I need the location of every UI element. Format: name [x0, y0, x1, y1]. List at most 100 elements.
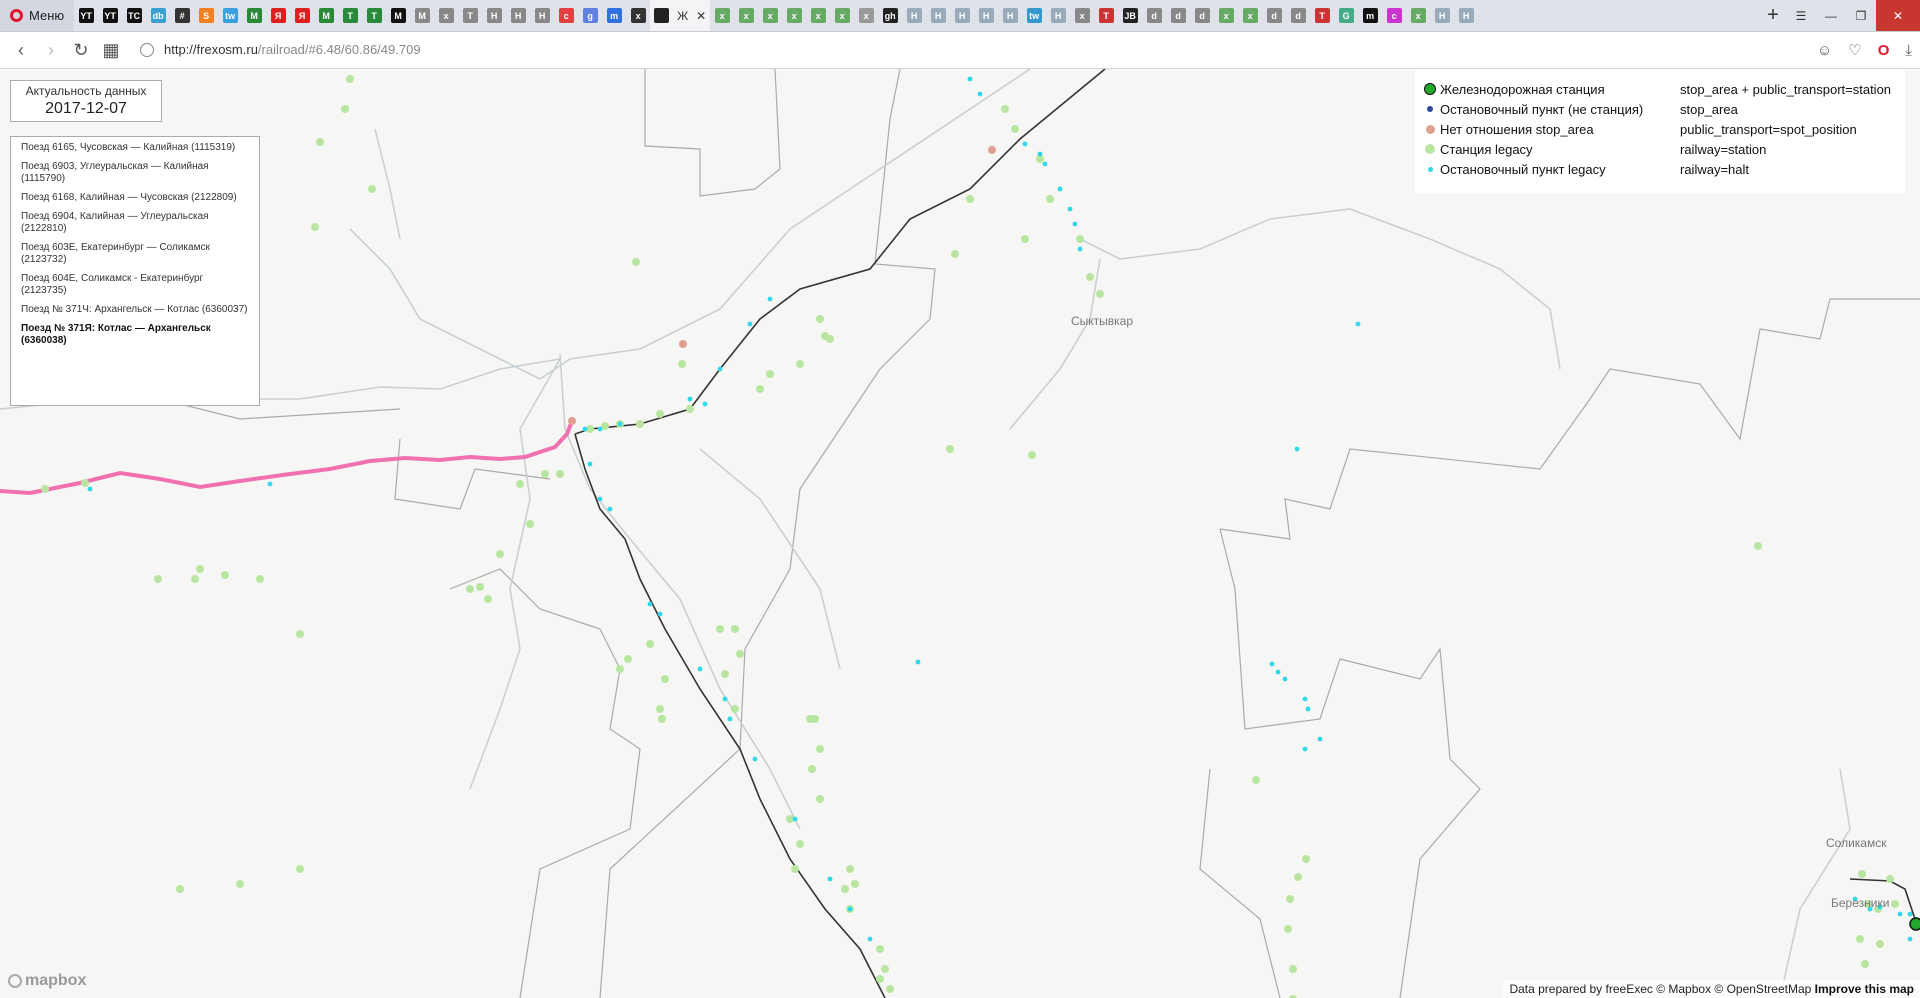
halt-legacy-marker[interactable]	[1355, 321, 1361, 327]
station-legacy-marker[interactable]	[731, 705, 739, 713]
station-legacy-marker[interactable]	[41, 485, 49, 493]
station-legacy-marker[interactable]	[766, 370, 774, 378]
station-legacy-marker[interactable]	[656, 705, 664, 713]
halt-legacy-marker[interactable]	[267, 481, 273, 487]
speed-dial-icon[interactable]: ▦	[96, 40, 126, 61]
opera-menu-button[interactable]: Меню	[0, 0, 75, 31]
station-legacy-marker[interactable]	[851, 880, 859, 888]
station-legacy-marker[interactable]	[816, 745, 824, 753]
browser-tab[interactable]: d	[1166, 0, 1190, 31]
halt-legacy-marker[interactable]	[647, 601, 653, 607]
station-legacy-marker[interactable]	[476, 583, 484, 591]
browser-tab[interactable]: YT	[74, 0, 98, 31]
browser-tab[interactable]: d	[1142, 0, 1166, 31]
tab-close-icon[interactable]: ✕	[696, 9, 706, 23]
station-legacy-marker[interactable]	[661, 675, 669, 683]
halt-legacy-marker[interactable]	[827, 876, 833, 882]
halt-legacy-marker[interactable]	[582, 426, 588, 432]
halt-legacy-marker[interactable]	[867, 936, 873, 942]
route-list-item[interactable]: Поезд 6168, Калийная — Чусовская (212280…	[21, 192, 249, 204]
halt-legacy-marker[interactable]	[1022, 141, 1028, 147]
halt-legacy-marker[interactable]	[1057, 186, 1063, 192]
station-legacy-marker[interactable]	[816, 795, 824, 803]
download-icon[interactable]: ⤓	[1905, 42, 1912, 59]
station-legacy-marker[interactable]	[632, 258, 640, 266]
browser-tab[interactable]: x	[830, 0, 854, 31]
browser-tab[interactable]: H	[482, 0, 506, 31]
reload-button[interactable]: ↻	[66, 40, 96, 61]
url-field[interactable]: http://frexosm.ru/railroad/#6.48/60.86/4…	[140, 37, 1780, 62]
station-legacy-marker[interactable]	[791, 865, 799, 873]
tabs-menu-icon[interactable]: ☰	[1786, 0, 1816, 31]
halt-legacy-marker[interactable]	[597, 496, 603, 502]
halt-legacy-marker[interactable]	[967, 76, 973, 82]
station-legacy-marker[interactable]	[881, 965, 889, 973]
station-legacy-marker[interactable]	[541, 470, 549, 478]
station-legacy-marker[interactable]	[1011, 125, 1019, 133]
station-legacy-marker[interactable]	[616, 665, 624, 673]
station-legacy-marker[interactable]	[236, 880, 244, 888]
station-legacy-marker[interactable]	[1021, 235, 1029, 243]
browser-tab[interactable]: x	[782, 0, 806, 31]
station-legacy-marker[interactable]	[756, 385, 764, 393]
station-legacy-marker[interactable]	[716, 625, 724, 633]
station-legacy-marker[interactable]	[1861, 960, 1869, 968]
station-legacy-marker[interactable]	[496, 550, 504, 558]
halt-legacy-marker[interactable]	[1269, 661, 1275, 667]
improve-map-link[interactable]: Improve this map	[1815, 982, 1914, 996]
browser-tab[interactable]: x	[434, 0, 458, 31]
station-legacy-marker[interactable]	[636, 420, 644, 428]
station-legacy-marker[interactable]	[341, 105, 349, 113]
station-legacy-marker[interactable]	[876, 945, 884, 953]
station-legacy-marker[interactable]	[256, 575, 264, 583]
station-legacy-marker[interactable]	[796, 360, 804, 368]
browser-tab[interactable]: c	[1382, 0, 1406, 31]
close-window-button[interactable]: ✕	[1876, 0, 1920, 31]
halt-legacy-marker[interactable]	[1072, 221, 1078, 227]
halt-legacy-marker[interactable]	[747, 321, 753, 327]
browser-tab[interactable]: T	[1094, 0, 1118, 31]
route-list-item[interactable]: Поезд № 371Ч: Архангельск — Котлас (6360…	[21, 304, 249, 316]
browser-tab[interactable]: H	[902, 0, 926, 31]
station-legacy-marker[interactable]	[658, 715, 666, 723]
halt-legacy-marker[interactable]	[1294, 446, 1300, 452]
halt-legacy-marker[interactable]	[1275, 669, 1281, 675]
browser-tab[interactable]: x	[1214, 0, 1238, 31]
browser-tab[interactable]: gh	[878, 0, 902, 31]
station-legacy-marker[interactable]	[81, 479, 89, 487]
station-legacy-marker[interactable]	[466, 585, 474, 593]
halt-legacy-marker[interactable]	[607, 506, 613, 512]
station-legacy-marker[interactable]	[646, 640, 654, 648]
mapbox-logo[interactable]: mapbox	[8, 972, 86, 990]
halt-legacy-marker[interactable]	[767, 296, 773, 302]
browser-tab[interactable]: x	[1238, 0, 1262, 31]
station-legacy-marker[interactable]	[1096, 290, 1104, 298]
browser-tab[interactable]: d	[1286, 0, 1310, 31]
browser-tab[interactable]: M	[410, 0, 434, 31]
route-list-item[interactable]: Поезд 6903, Углеуральская — Калийная (11…	[21, 161, 249, 185]
station-legacy-marker[interactable]	[296, 865, 304, 873]
browser-tab[interactable]: Я	[290, 0, 314, 31]
station-legacy-marker[interactable]	[686, 405, 694, 413]
station-legacy-marker[interactable]	[1876, 940, 1884, 948]
browser-tab[interactable]: Я	[266, 0, 290, 31]
browser-tab[interactable]: H	[530, 0, 554, 31]
browser-tab[interactable]: x	[734, 0, 758, 31]
browser-tab[interactable]: g	[578, 0, 602, 31]
halt-legacy-marker[interactable]	[687, 396, 693, 402]
station-legacy-marker[interactable]	[656, 410, 664, 418]
station-legacy-marker[interactable]	[1294, 873, 1302, 881]
station-legacy-marker[interactable]	[221, 571, 229, 579]
station-legacy-marker[interactable]	[154, 575, 162, 583]
halt-legacy-marker[interactable]	[1042, 161, 1048, 167]
station-legacy-marker[interactable]	[526, 520, 534, 528]
route-list-item[interactable]: Поезд 6904, Калийная — Углеуральская (21…	[21, 211, 249, 235]
station-legacy-marker[interactable]	[951, 250, 959, 258]
station-legacy-marker[interactable]	[316, 138, 324, 146]
station-legacy-marker[interactable]	[556, 470, 564, 478]
browser-tab[interactable]: x	[1070, 0, 1094, 31]
browser-tab[interactable]: c	[554, 0, 578, 31]
minimize-button[interactable]: —	[1816, 0, 1846, 31]
browser-tab[interactable]: T	[458, 0, 482, 31]
station-legacy-marker[interactable]	[946, 445, 954, 453]
